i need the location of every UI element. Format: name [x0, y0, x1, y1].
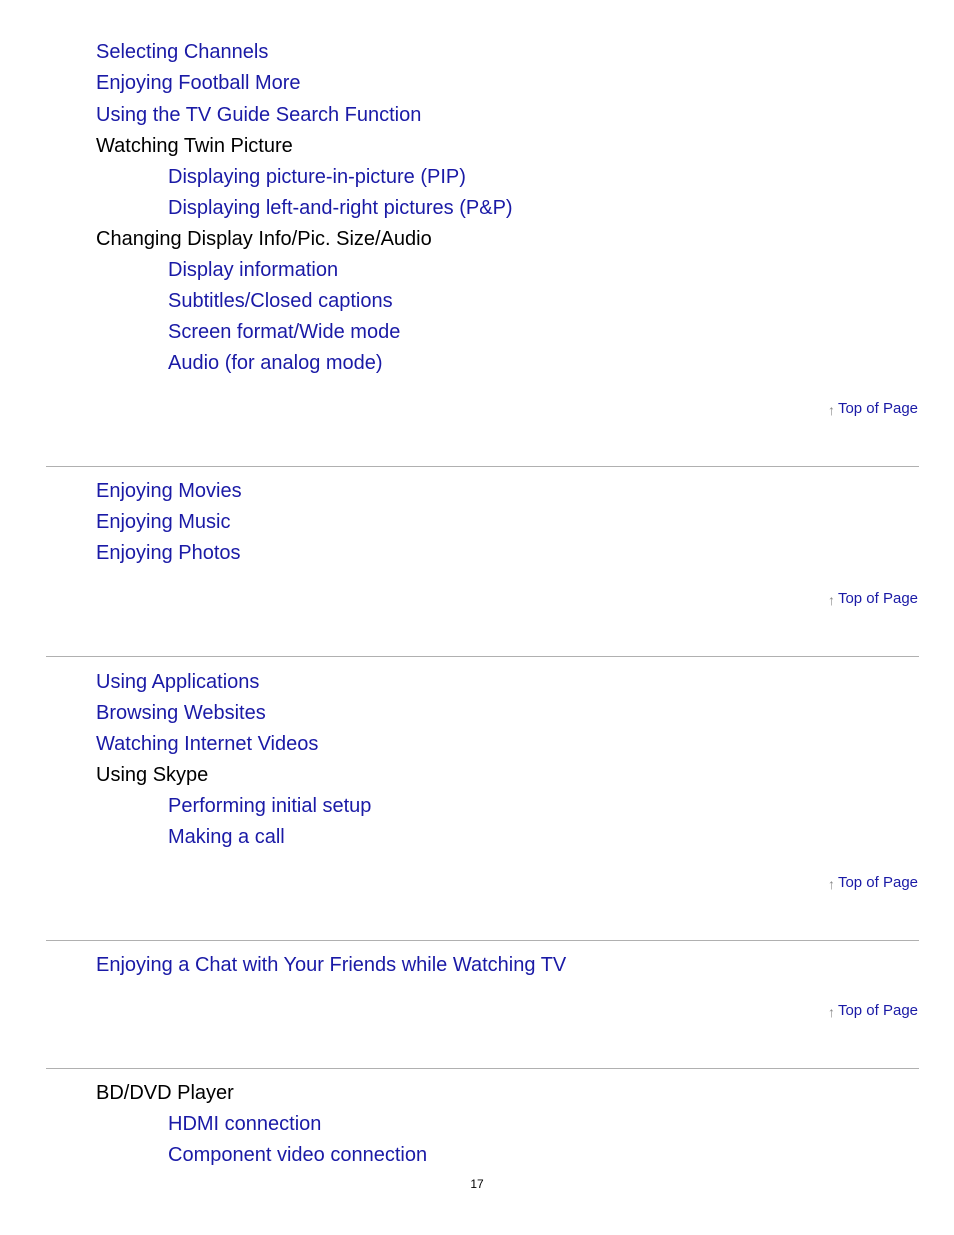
link-tv-guide-search[interactable]: Using the TV Guide Search Function	[96, 103, 421, 127]
link-hdmi-connection[interactable]: HDMI connection	[168, 1112, 321, 1136]
link-displaying-pap[interactable]: Displaying left-and-right pictures (P&P)	[168, 196, 513, 220]
page-number: 17	[470, 1177, 484, 1191]
link-display-information[interactable]: Display information	[168, 258, 338, 282]
section-divider	[46, 656, 919, 657]
up-arrow-icon: ↑	[827, 402, 835, 418]
link-enjoying-chat-with-friends[interactable]: Enjoying a Chat with Your Friends while …	[96, 953, 566, 977]
link-screen-format-wide-mode[interactable]: Screen format/Wide mode	[168, 320, 400, 344]
link-browsing-websites[interactable]: Browsing Websites	[96, 701, 266, 725]
link-making-a-call[interactable]: Making a call	[168, 825, 285, 849]
up-arrow-icon: ↑	[827, 592, 835, 608]
link-watching-internet-videos[interactable]: Watching Internet Videos	[96, 732, 318, 756]
top-of-page-label: Top of Page	[837, 590, 918, 607]
link-enjoying-photos[interactable]: Enjoying Photos	[96, 541, 241, 565]
section-divider	[46, 940, 919, 941]
link-enjoying-music[interactable]: Enjoying Music	[96, 510, 231, 534]
link-performing-initial-setup[interactable]: Performing initial setup	[168, 794, 371, 818]
link-displaying-pip[interactable]: Displaying picture-in-picture (PIP)	[168, 165, 466, 189]
heading-watching-twin-picture: Watching Twin Picture	[96, 135, 293, 157]
link-enjoying-football-more[interactable]: Enjoying Football More	[96, 71, 301, 95]
link-component-video-connection[interactable]: Component video connection	[168, 1143, 427, 1167]
top-of-page-link[interactable]: ↑ Top of Page	[828, 873, 918, 892]
heading-changing-display-info: Changing Display Info/Pic. Size/Audio	[96, 228, 432, 250]
link-subtitles-closed-captions[interactable]: Subtitles/Closed captions	[168, 289, 393, 313]
link-selecting-channels[interactable]: Selecting Channels	[96, 40, 268, 64]
top-of-page-label: Top of Page	[837, 400, 918, 417]
top-of-page-link[interactable]: ↑ Top of Page	[828, 399, 918, 418]
heading-bd-dvd-player: BD/DVD Player	[96, 1082, 234, 1104]
link-enjoying-movies[interactable]: Enjoying Movies	[96, 479, 242, 503]
top-of-page-link[interactable]: ↑ Top of Page	[828, 589, 918, 608]
top-of-page-label: Top of Page	[837, 1002, 918, 1019]
top-of-page-label: Top of Page	[837, 874, 918, 891]
section-divider	[46, 1068, 919, 1069]
up-arrow-icon: ↑	[827, 1004, 835, 1020]
link-audio-analog-mode[interactable]: Audio (for analog mode)	[168, 351, 383, 375]
up-arrow-icon: ↑	[827, 876, 835, 892]
link-using-applications[interactable]: Using Applications	[96, 670, 259, 694]
heading-using-skype: Using Skype	[96, 764, 209, 786]
top-of-page-link[interactable]: ↑ Top of Page	[828, 1001, 918, 1020]
section-divider	[46, 466, 919, 467]
